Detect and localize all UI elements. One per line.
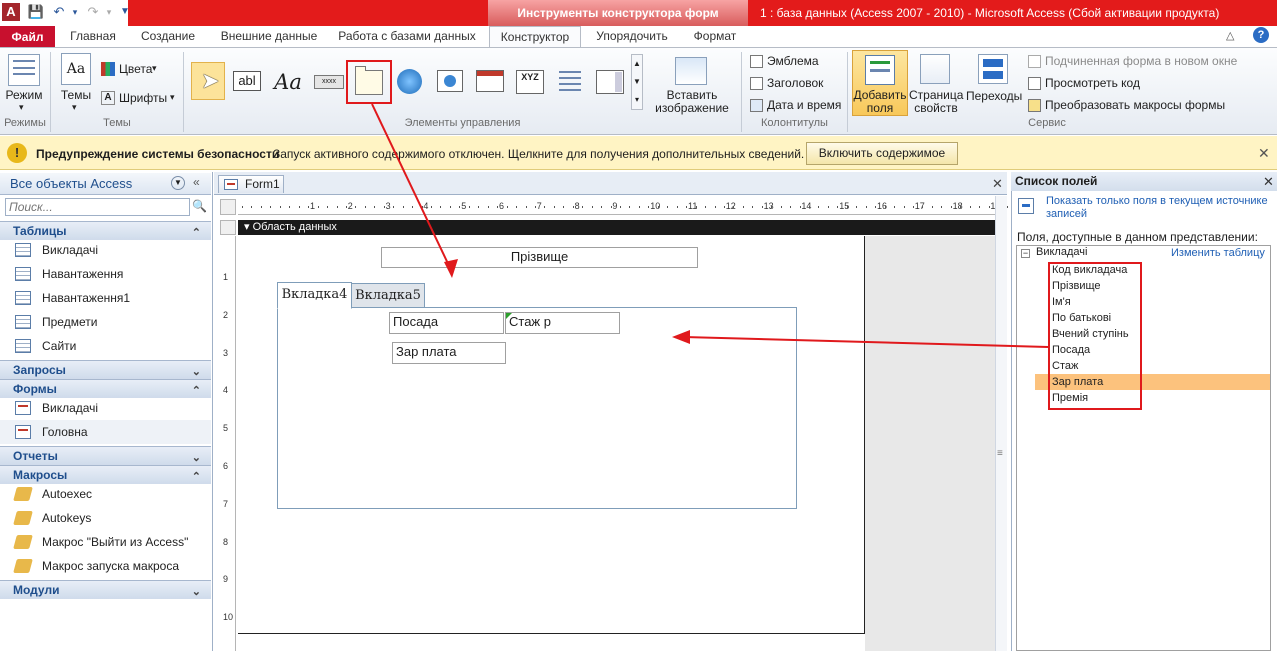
arrow-fields-line: [683, 336, 1049, 348]
arrow-head-icon: [672, 330, 690, 344]
arrow-tab-control-line: [371, 103, 453, 273]
arrow-head-icon: [444, 259, 458, 278]
annotation-arrows: [371, 103, 1049, 348]
